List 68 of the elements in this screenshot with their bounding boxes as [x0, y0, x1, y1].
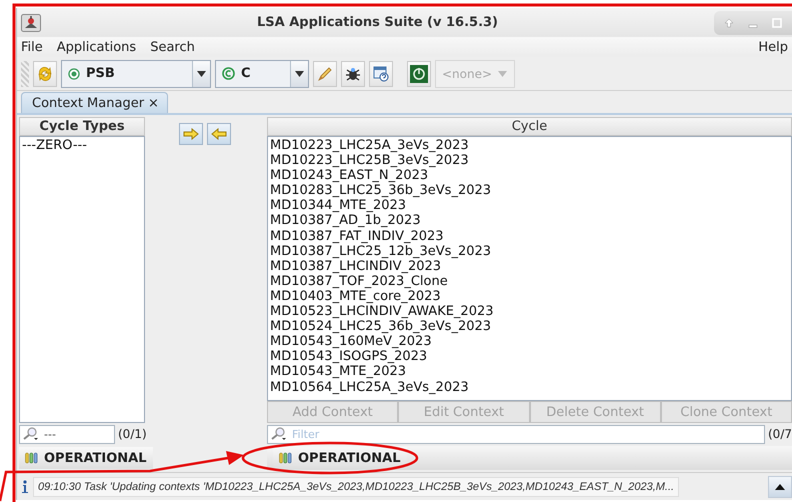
- list-item[interactable]: MD10283_LHC25_36b_3eVs_2023: [270, 183, 789, 198]
- context-button: Clone Context: [660, 401, 792, 423]
- move-right-button[interactable]: [179, 123, 203, 145]
- help-icon: [373, 66, 389, 82]
- list-item[interactable]: MD10387_LHC25_12b_3eVs_2023: [270, 244, 789, 259]
- list-item[interactable]: MD10223_LHC25B_3eVs_2023: [270, 153, 789, 168]
- selector-combo: <none>: [435, 60, 515, 88]
- bars-icon: [279, 452, 292, 464]
- list-item[interactable]: MD10543_ISOGPS_2023: [270, 349, 789, 364]
- caret-icon: [295, 70, 304, 76]
- list-item[interactable]: MD10524_LHC25_36b_3eVs_2023: [270, 319, 789, 334]
- refresh-button[interactable]: [33, 60, 57, 86]
- c-circle-icon: [222, 67, 235, 80]
- menu-item[interactable]: Applications: [56, 40, 136, 54]
- caret-icon: [197, 70, 206, 76]
- scroll-up-button[interactable]: [768, 476, 792, 498]
- tab[interactable]: Context Manager ×: [21, 92, 168, 113]
- mode-button[interactable]: OPERATIONAL: [19, 447, 153, 469]
- context-button: Delete Context: [530, 401, 661, 423]
- caret-icon: [498, 70, 508, 76]
- caret-up-icon: [775, 484, 785, 490]
- list-item[interactable]: MD10223_LHC25A_3eVs_2023: [270, 138, 789, 154]
- context-button: Add Context: [267, 401, 398, 423]
- refresh-icon: [37, 66, 53, 82]
- list-item[interactable]: MD10387_FAT_INDIV_2023: [270, 228, 789, 244]
- menu-item[interactable]: Help: [758, 40, 788, 54]
- particle-combo[interactable]: C: [215, 60, 309, 88]
- column-header: Cycle: [267, 117, 792, 136]
- count-label: (0/1): [118, 427, 147, 441]
- list-item[interactable]: MD10543_160MeV_2023: [270, 334, 789, 350]
- list-item[interactable]: MD10403_MTE_core_2023: [270, 288, 789, 304]
- move-left-button[interactable]: [207, 123, 231, 145]
- bug-icon: [345, 66, 361, 82]
- column-header: Cycle Types: [19, 117, 145, 136]
- list-item[interactable]: MD10344_MTE_2023: [270, 198, 789, 214]
- app-icon: [21, 14, 41, 32]
- radio-icon: [68, 68, 80, 80]
- bug-button[interactable]: [341, 60, 365, 86]
- filter-field[interactable]: ---: [19, 424, 115, 444]
- bars-icon: [25, 452, 38, 464]
- status-message: 09:10:30 Task 'Updating contexts 'MD10223_LHC25A_3eVs_2023,MD10223_LHC25B_3eVs_2023,MD10243_EAST_N_2023,M...: [33, 476, 680, 496]
- search-icon: [270, 426, 288, 440]
- window-title: LSA Applications Suite (v 16.5.3): [256, 15, 499, 30]
- close-icon[interactable]: ×: [148, 96, 159, 110]
- count-label: (0/7: [768, 427, 792, 441]
- menu-item[interactable]: File: [21, 40, 43, 54]
- pen-icon: [317, 66, 333, 82]
- list-item[interactable]: MD10543_MTE_2023: [270, 364, 789, 380]
- list-item[interactable]: MD10564_LHC25A_3eVs_2023: [270, 380, 789, 395]
- list-item[interactable]: ---ZERO---: [22, 138, 142, 154]
- filter-field[interactable]: Filter: [267, 424, 765, 444]
- toolbar-grip[interactable]: [21, 60, 29, 86]
- help-button[interactable]: [369, 60, 393, 86]
- list-item[interactable]: MD10523_LHCINDIV_AWAKE_2023: [270, 304, 789, 320]
- arrow-left-icon: [211, 128, 227, 140]
- list-item[interactable]: MD10387_LHCINDIV_2023: [270, 258, 789, 274]
- window-up-icon[interactable]: [724, 18, 734, 28]
- power-button[interactable]: [407, 60, 431, 86]
- context-button: Edit Context: [398, 401, 530, 423]
- list-item[interactable]: MD10387_AD_1b_2023: [270, 213, 789, 229]
- power-icon: [410, 64, 428, 82]
- arrow-right-icon: [183, 128, 199, 140]
- accelerator-combo[interactable]: PSB: [61, 60, 211, 88]
- list-item[interactable]: MD10243_EAST_N_2023: [270, 168, 789, 184]
- list-item[interactable]: MD10387_TOF_2023_Clone: [270, 274, 789, 289]
- search-icon: [22, 426, 40, 440]
- info-icon: [21, 480, 29, 494]
- menu-item[interactable]: Search: [150, 40, 195, 54]
